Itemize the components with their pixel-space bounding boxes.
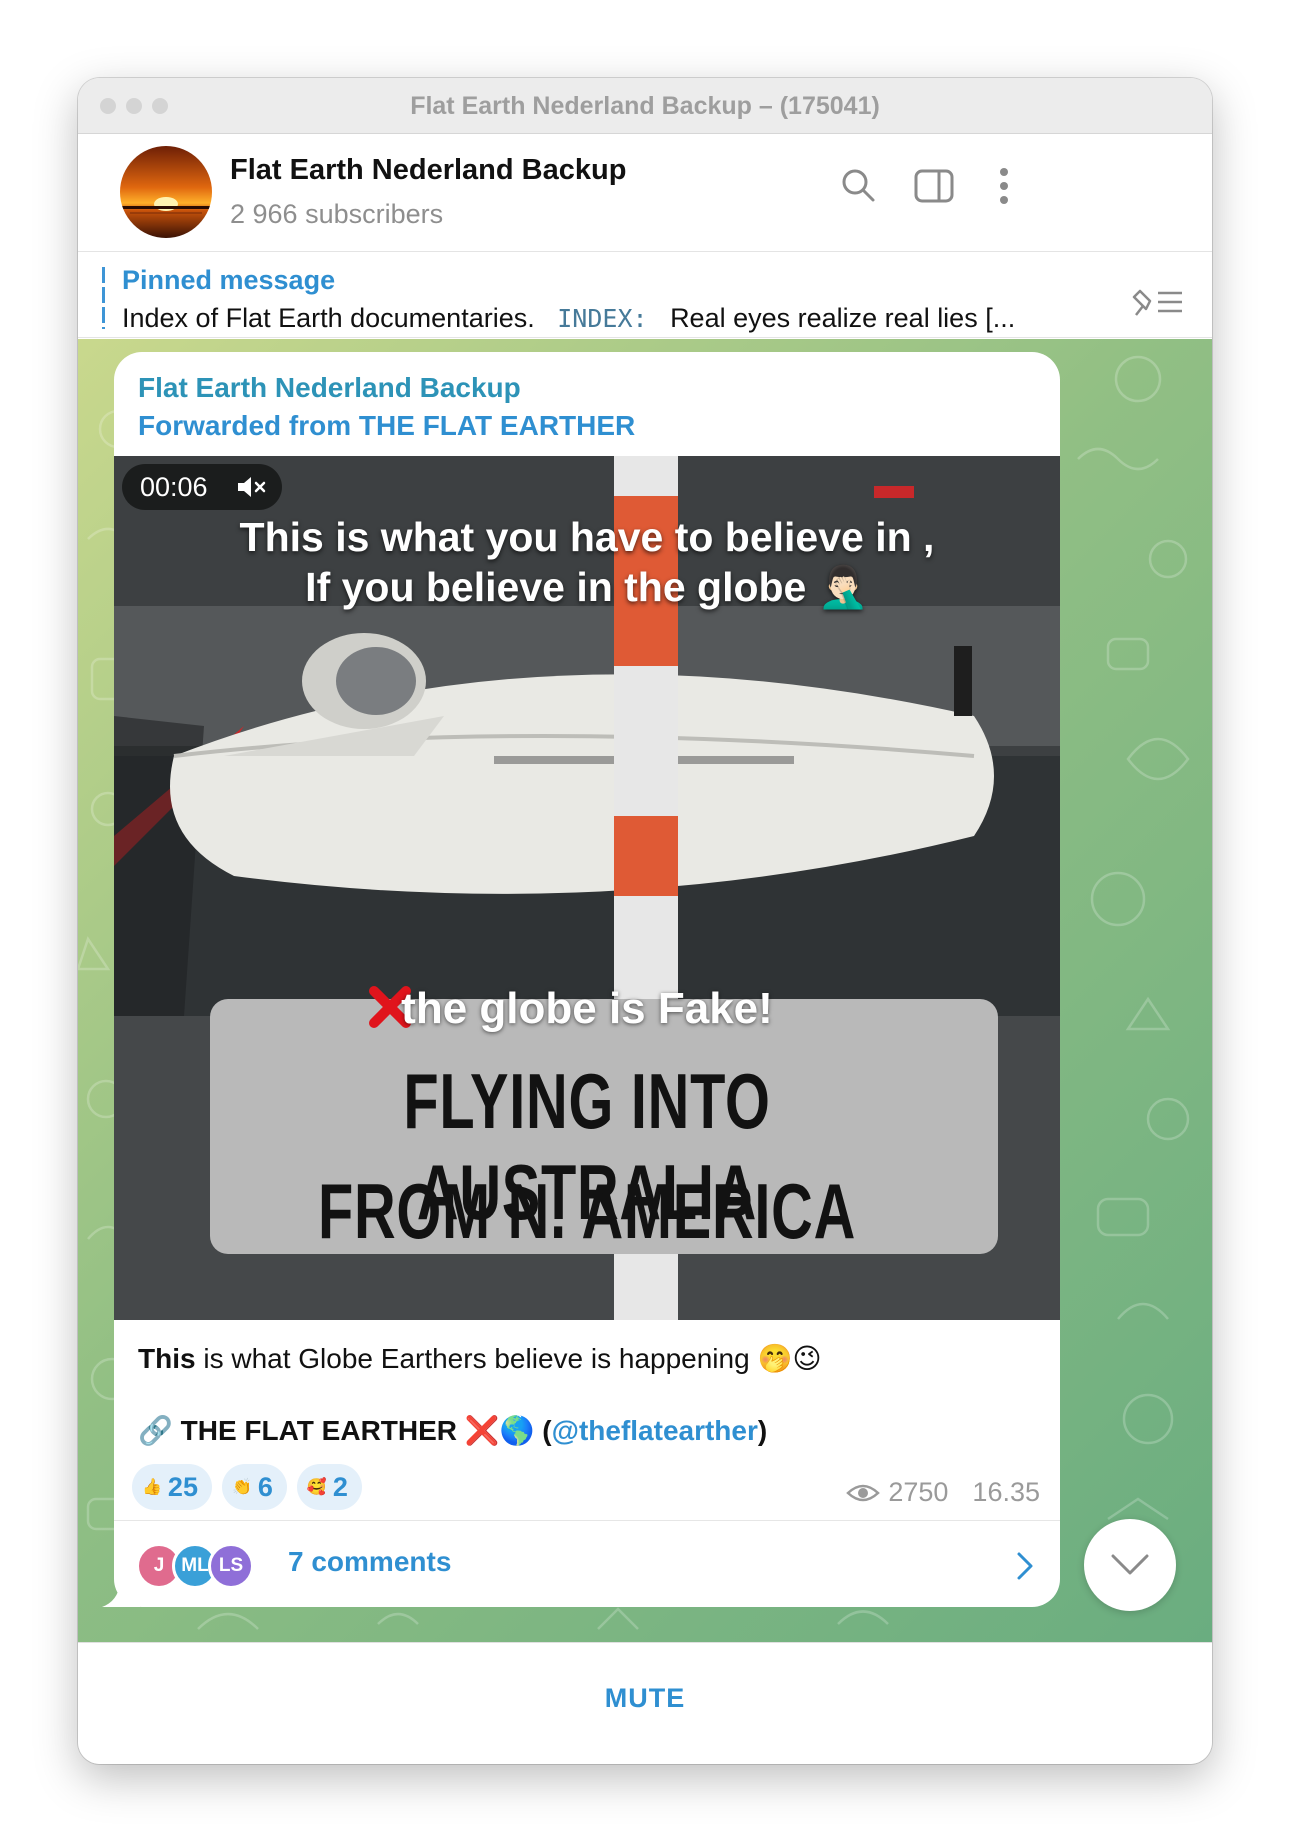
message-time: 16.35 [972, 1477, 1040, 1507]
credit-name: THE FLAT EARTHER [180, 1414, 458, 1446]
pinned-text-before: Index of Flat Earth documentaries. [122, 303, 535, 333]
link-emoji: 🔗 [138, 1415, 173, 1446]
video-duration: 00:06 [140, 472, 208, 502]
message-bubble[interactable]: Flat Earth Nederland Backup Forwarded fr… [114, 352, 1060, 1607]
reaction-count: 25 [167, 1471, 198, 1502]
mute-speaker-icon[interactable] [236, 474, 268, 500]
message-author[interactable]: Flat Earth Nederland Backup [138, 372, 521, 404]
commenter-avatar: LS [208, 1543, 254, 1589]
pinned-code: INDEX: [557, 304, 648, 333]
pinned-title: Pinned message [122, 265, 336, 295]
reaction-count: 2 [332, 1471, 348, 1502]
video-banner-line-2: FROM N. AMERICA [317, 1167, 857, 1255]
credit-emoji: ❌🌎 [464, 1415, 535, 1446]
pinned-text: Index of Flat Earth documentaries. INDEX… [122, 303, 1015, 334]
chat-area[interactable]: Flat Earth Nederland Backup Forwarded fr… [78, 339, 1212, 1642]
reaction-clap[interactable]: 👏 6 [221, 1464, 287, 1510]
caption-text: is what Globe Earthers believe is happen… [195, 1343, 822, 1374]
message-caption: This is what Globe Earthers believe is h… [138, 1342, 822, 1375]
reaction-smiling-hearts[interactable]: 🥰 2 [296, 1464, 362, 1510]
pinned-message-bar[interactable]: Pinned message Index of Flat Earth docum… [78, 253, 1212, 338]
chat-header[interactable]: Flat Earth Nederland Backup 2 966 subscr… [78, 134, 1212, 252]
message-credit: 🔗 THE FLAT EARTHER ❌🌎 (@theflatearther) [138, 1414, 768, 1447]
eye-icon [846, 1484, 881, 1501]
comments-button[interactable]: J ML LS 7 comments [114, 1521, 1060, 1607]
video-banner-line-0: the globe is Fake! [401, 984, 773, 1033]
pinned-indicator [102, 267, 105, 329]
message-meta: 2750 16.35 [846, 1477, 1040, 1508]
reaction-emoji: 👏 [231, 1479, 252, 1496]
channel-avatar[interactable] [120, 146, 212, 238]
pinned-text-after: Real eyes realize real lies [... [670, 303, 1016, 333]
mute-button[interactable]: MUTE [78, 1683, 1212, 1714]
video-overlay-line-1: This is what you have to believe in , [239, 514, 935, 560]
comments-label: 7 comments [288, 1546, 452, 1577]
view-count: 2750 [888, 1477, 949, 1507]
reaction-thumbs-up[interactable]: 👍 25 [132, 1464, 212, 1510]
window-title: Flat Earth Nederland Backup – (175041) [410, 92, 880, 120]
caption-bold: This [138, 1343, 196, 1374]
bubble-tail [102, 1583, 140, 1607]
title-bar: Flat Earth Nederland Backup – (175041) [78, 78, 1212, 134]
forwarded-from[interactable]: Forwarded from THE FLAT EARTHER [138, 410, 635, 442]
bottom-bar: MUTE [78, 1642, 1212, 1764]
reaction-emoji: 👍 [142, 1479, 162, 1496]
video-player[interactable]: 00:06 This is what you have to believe i… [114, 456, 1060, 1320]
reaction-count: 6 [257, 1471, 273, 1502]
app-window: Flat Earth Nederland Backup – (175041) F… [78, 78, 1212, 1764]
channel-title[interactable]: Flat Earth Nederland Backup [230, 154, 626, 187]
video-duration-pill[interactable]: 00:06 [122, 464, 282, 510]
chevron-right-icon [1017, 1552, 1033, 1580]
video-overlay-line-2: If you believe in the globe 🤦🏻‍♂️ [305, 564, 869, 610]
unpin-list-icon[interactable] [1128, 285, 1186, 319]
reaction-emoji: 🥰 [306, 1479, 327, 1496]
credit-link[interactable]: @theflatearther [552, 1415, 758, 1447]
subscriber-count: 2 966 subscribers [230, 199, 444, 229]
search-icon[interactable] [840, 167, 876, 203]
sidebar-toggle-icon[interactable] [914, 169, 954, 203]
more-vert-icon[interactable] [998, 166, 1010, 206]
scroll-down-button[interactable] [1084, 1519, 1176, 1611]
chevron-down-icon [1111, 1554, 1149, 1575]
reactions-bar: 👍 25 👏 6 🥰 2 [132, 1464, 362, 1510]
